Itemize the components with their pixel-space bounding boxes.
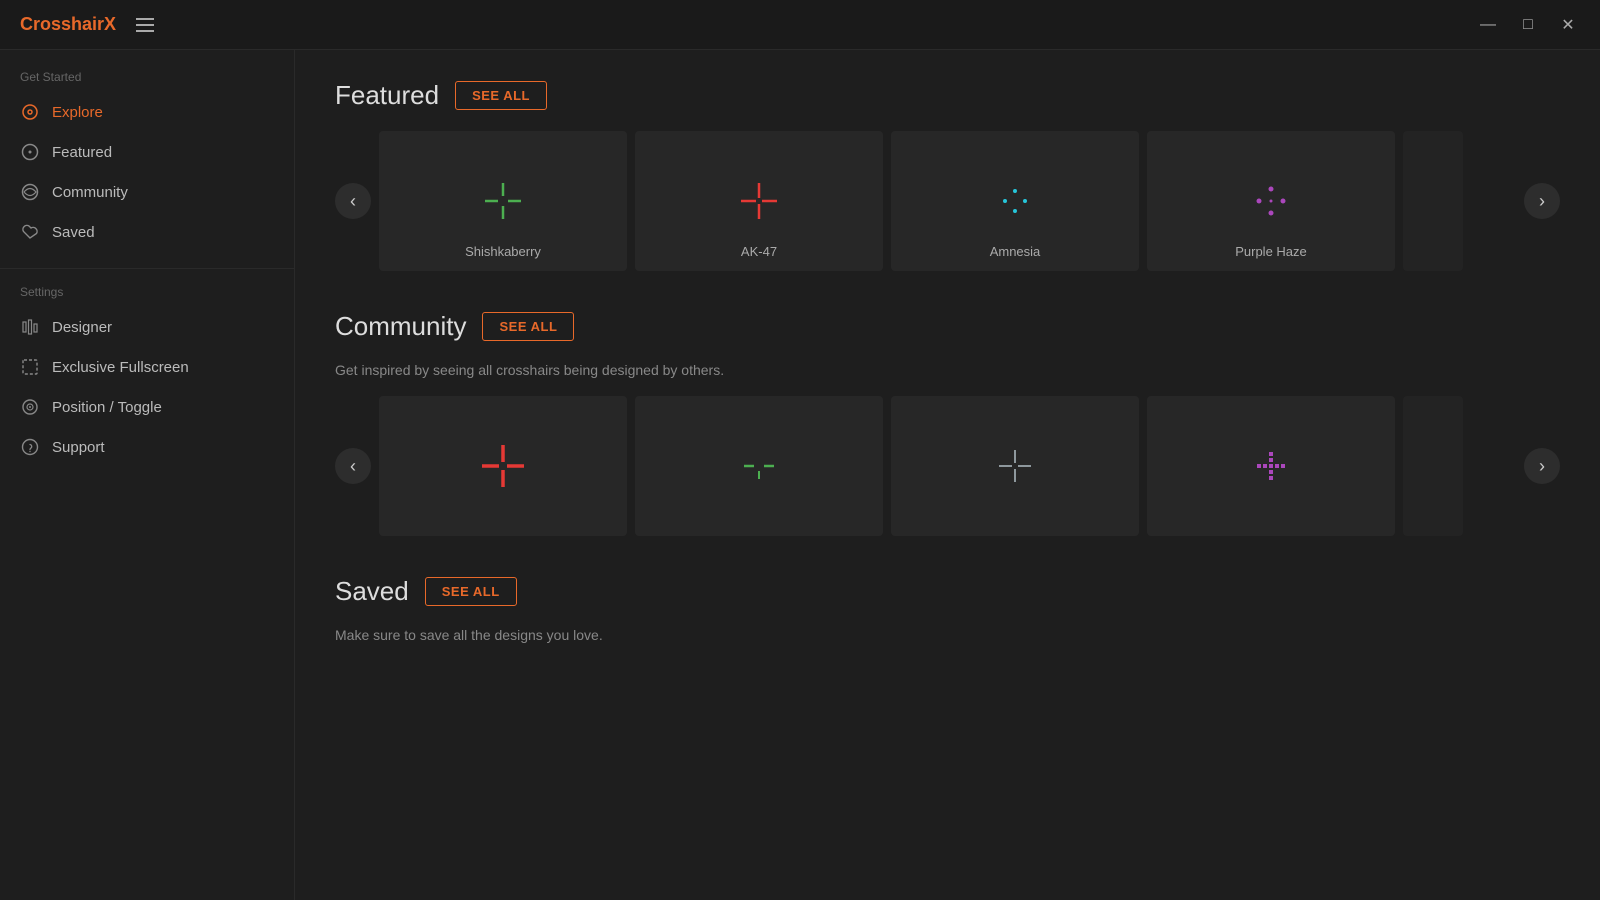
hamburger-line-1 — [136, 18, 154, 20]
app-title: CrosshairX — [20, 14, 116, 35]
window-controls: — □ ✕ — [1476, 13, 1580, 37]
sidebar-item-explore[interactable]: Explore — [0, 92, 294, 132]
featured-section: Featured SEE ALL ‹ Shishka — [335, 80, 1560, 271]
support-icon — [20, 437, 40, 457]
featured-header: Featured SEE ALL — [335, 80, 1560, 111]
settings-label: Settings — [0, 285, 294, 307]
featured-card-label-2: Amnesia — [891, 244, 1139, 259]
featured-card-label-1: AK-47 — [635, 244, 883, 259]
featured-prev-button[interactable]: ‹ — [335, 183, 371, 219]
sidebar-item-exclusive-fullscreen[interactable]: Exclusive Fullscreen — [0, 347, 294, 387]
position-icon — [20, 397, 40, 417]
sidebar-label-designer: Designer — [52, 319, 112, 336]
crosshair-amnesia — [995, 181, 1035, 221]
community-card-3[interactable] — [1147, 396, 1395, 536]
sidebar-label-saved: Saved — [52, 224, 95, 241]
sidebar-label-support: Support — [52, 439, 105, 456]
close-button[interactable]: ✕ — [1556, 13, 1580, 37]
community-section: Community SEE ALL Get inspired by seeing… — [335, 311, 1560, 536]
sidebar-label-featured: Featured — [52, 144, 112, 161]
featured-next-button[interactable]: › — [1524, 183, 1560, 219]
community-subtitle: Get inspired by seeing all crosshairs be… — [335, 362, 1560, 378]
crosshair-purple-haze — [1251, 181, 1291, 221]
maximize-button[interactable]: □ — [1516, 13, 1540, 37]
featured-card-3[interactable]: Purple Haze — [1147, 131, 1395, 271]
featured-card-4[interactable] — [1403, 131, 1463, 271]
sidebar-item-position-toggle[interactable]: Position / Toggle — [0, 387, 294, 427]
hamburger-line-3 — [136, 30, 154, 32]
featured-card-label-3: Purple Haze — [1147, 244, 1395, 259]
fullscreen-icon — [20, 357, 40, 377]
community-prev-button[interactable]: ‹ — [335, 448, 371, 484]
content-area: Featured SEE ALL ‹ Shishka — [295, 50, 1600, 900]
saved-icon — [20, 222, 40, 242]
featured-card-2[interactable]: Amnesia — [891, 131, 1139, 271]
community-crosshair-2 — [995, 446, 1035, 486]
saved-see-all-button[interactable]: SEE ALL — [425, 577, 517, 606]
community-next-button[interactable]: › — [1524, 448, 1560, 484]
sidebar-item-designer[interactable]: Designer — [0, 307, 294, 347]
community-card-0[interactable] — [379, 396, 627, 536]
community-card-2[interactable] — [891, 396, 1139, 536]
saved-subtitle: Make sure to save all the designs you lo… — [335, 627, 1560, 643]
community-crosshair-0 — [478, 441, 528, 491]
community-cards-wrapper: ‹ — [335, 396, 1560, 536]
explore-icon — [20, 102, 40, 122]
minimize-button[interactable]: — — [1476, 13, 1500, 37]
featured-title: Featured — [335, 80, 439, 111]
sidebar-label-position: Position / Toggle — [52, 399, 162, 416]
designer-icon — [20, 317, 40, 337]
main-layout: Get Started Explore Featured — [0, 50, 1600, 900]
community-crosshair-3 — [1251, 446, 1291, 486]
community-card-4[interactable] — [1403, 396, 1463, 536]
community-see-all-button[interactable]: SEE ALL — [482, 312, 574, 341]
title-bar: CrosshairX — □ ✕ — [0, 0, 1600, 50]
saved-header: Saved SEE ALL — [335, 576, 1560, 607]
featured-card-label-0: Shishkaberry — [379, 244, 627, 259]
community-title: Community — [335, 311, 466, 342]
get-started-label: Get Started — [0, 70, 294, 92]
featured-cards-container: Shishkaberry AK-47 — [379, 131, 1516, 271]
featured-see-all-button[interactable]: SEE ALL — [455, 81, 547, 110]
sidebar-label-community: Community — [52, 184, 128, 201]
featured-card-0[interactable]: Shishkaberry — [379, 131, 627, 271]
featured-icon — [20, 142, 40, 162]
hamburger-line-2 — [136, 24, 154, 26]
community-crosshair-1 — [734, 441, 784, 491]
sidebar: Get Started Explore Featured — [0, 50, 295, 900]
sidebar-item-featured[interactable]: Featured — [0, 132, 294, 172]
community-card-1[interactable] — [635, 396, 883, 536]
community-header: Community SEE ALL — [335, 311, 1560, 342]
saved-section: Saved SEE ALL Make sure to save all the … — [335, 576, 1560, 643]
featured-cards-wrapper: ‹ Shishkaberry — [335, 131, 1560, 271]
title-bar-left: CrosshairX — [20, 14, 154, 35]
sidebar-label-fullscreen: Exclusive Fullscreen — [52, 359, 189, 376]
sidebar-label-explore: Explore — [52, 104, 103, 121]
community-cards-container — [379, 396, 1516, 536]
hamburger-menu[interactable] — [136, 18, 154, 32]
sidebar-item-support[interactable]: Support — [0, 427, 294, 467]
featured-card-1[interactable]: AK-47 — [635, 131, 883, 271]
sidebar-item-saved[interactable]: Saved — [0, 212, 294, 252]
crosshair-shishkaberry — [483, 181, 523, 221]
crosshair-ak47 — [739, 181, 779, 221]
community-icon — [20, 182, 40, 202]
saved-title: Saved — [335, 576, 409, 607]
sidebar-item-community[interactable]: Community — [0, 172, 294, 212]
sidebar-divider — [0, 268, 294, 269]
